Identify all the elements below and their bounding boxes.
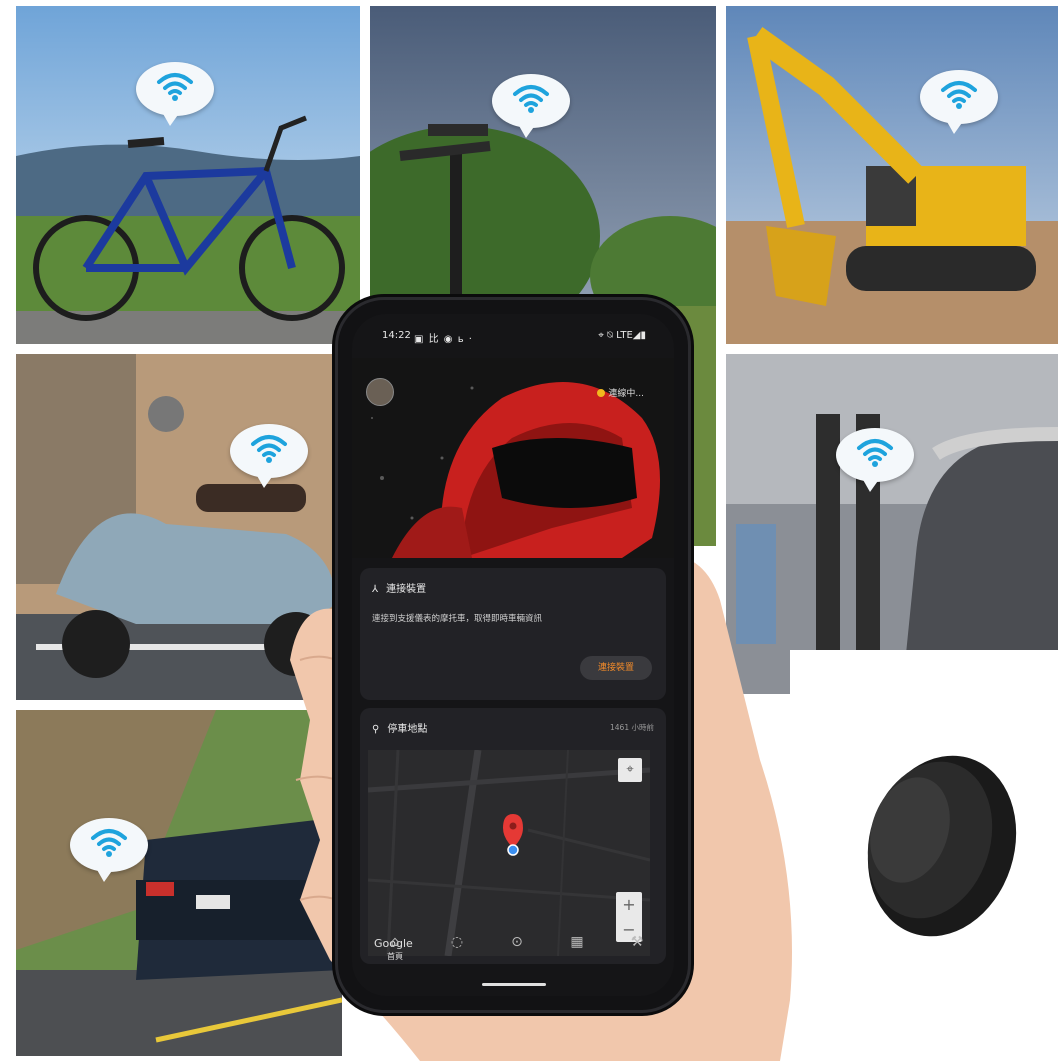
helmet-hero-banner: 連線中... [352, 358, 674, 558]
parking-location-card: ⚲ 停車地點 1461 小時前 ⌖ + − Google [360, 708, 666, 964]
status-signal-icons: ⌖ ⍉ LTE◢▮ [598, 330, 646, 341]
wifi-icon [251, 435, 287, 463]
status-dot-icon [597, 389, 606, 397]
connection-status: 連線中... [597, 386, 644, 399]
connect-device-card: ⅄ 連接裝置 連接到支援儀表的摩托車，取得即時車輛資訊 連接裝置 [360, 568, 666, 700]
nav-home-label: 首頁 [387, 952, 403, 961]
connect-device-button[interactable]: 連接裝置 [580, 656, 652, 680]
wifi-bubble-forklift [836, 428, 914, 492]
parking-icon: ⚲ [372, 724, 380, 735]
excavator-photo [726, 6, 1058, 344]
nav-home[interactable]: ⌂ 首頁 [380, 934, 410, 962]
wifi-icon [91, 829, 127, 857]
my-location-button[interactable]: ⌖ [618, 758, 642, 782]
nav-item-2[interactable]: ◌ [442, 934, 472, 950]
parking-card-title-text: 停車地點 [387, 724, 428, 735]
nav-item-3[interactable]: ⊙ [502, 934, 532, 950]
connect-card-description: 連接到支援儀表的摩托車，取得即時車輛資訊 [372, 614, 543, 624]
status-bar: 14:22 ▣ 比 ◉ ь · ⌖ ⍉ LTE◢▮ [352, 330, 674, 346]
bicycle-illustration [16, 6, 360, 344]
parking-map[interactable]: ⌖ + − Google [368, 750, 650, 956]
vespa-illustration [16, 354, 342, 700]
parking-time-ago: 1461 小時前 [610, 723, 654, 732]
tracker-device-illustration [790, 650, 1058, 1061]
speed-icon: ⊙ [511, 934, 523, 950]
connection-status-text: 連線中... [608, 389, 644, 399]
status-time: 14:22 [382, 330, 411, 341]
tool-icon: ⚒ [630, 934, 644, 950]
user-avatar[interactable] [366, 378, 394, 406]
bottom-navigation: ⌂ 首頁 ◌ ⊙ ▦ ⚒ [352, 930, 674, 970]
wifi-icon [157, 73, 193, 101]
wifi-icon [513, 85, 549, 113]
connect-card-title-text: 連接裝置 [386, 584, 427, 595]
circle-icon: ◌ [450, 934, 464, 950]
tracker-device-photo [790, 650, 1058, 1061]
map-roads [368, 750, 650, 956]
connect-card-title: ⅄ 連接裝置 [372, 580, 426, 595]
vespa-photo [16, 354, 342, 700]
parking-card-title: ⚲ 停車地點 [372, 720, 427, 735]
wifi-bubble-bicycle [136, 62, 214, 126]
wifi-bubble-vespa [230, 424, 308, 488]
smartphone: 14:22 ▣ 比 ◉ ь · ⌖ ⍉ LTE◢▮ 連線中... ⅄ 連接裝置 連… [338, 300, 688, 1010]
suv-illustration [16, 710, 342, 1056]
home-indicator [482, 983, 546, 986]
wifi-bubble-street [492, 74, 570, 138]
forklift-illustration [726, 354, 1058, 694]
wifi-icon [941, 81, 977, 109]
wifi-bubble-suv [70, 818, 148, 882]
bluetooth-icon: ⅄ [372, 584, 379, 595]
wifi-icon [857, 439, 893, 467]
zoom-in-button[interactable]: + [616, 892, 642, 917]
home-icon: ⌂ [390, 934, 400, 950]
wifi-bubble-excavator [920, 70, 998, 134]
app-screen: 14:22 ▣ 比 ◉ ь · ⌖ ⍉ LTE◢▮ 連線中... ⅄ 連接裝置 連… [352, 314, 674, 996]
status-notification-icons: ▣ 比 ◉ ь · [414, 334, 473, 345]
excavator-illustration [726, 6, 1058, 344]
nav-item-5[interactable]: ⚒ [622, 934, 652, 950]
bicycle-photo [16, 6, 360, 344]
grid-icon: ▦ [570, 934, 584, 950]
suv-photo [16, 710, 342, 1056]
nav-item-4[interactable]: ▦ [562, 934, 592, 950]
forklift-photo [726, 354, 1058, 694]
